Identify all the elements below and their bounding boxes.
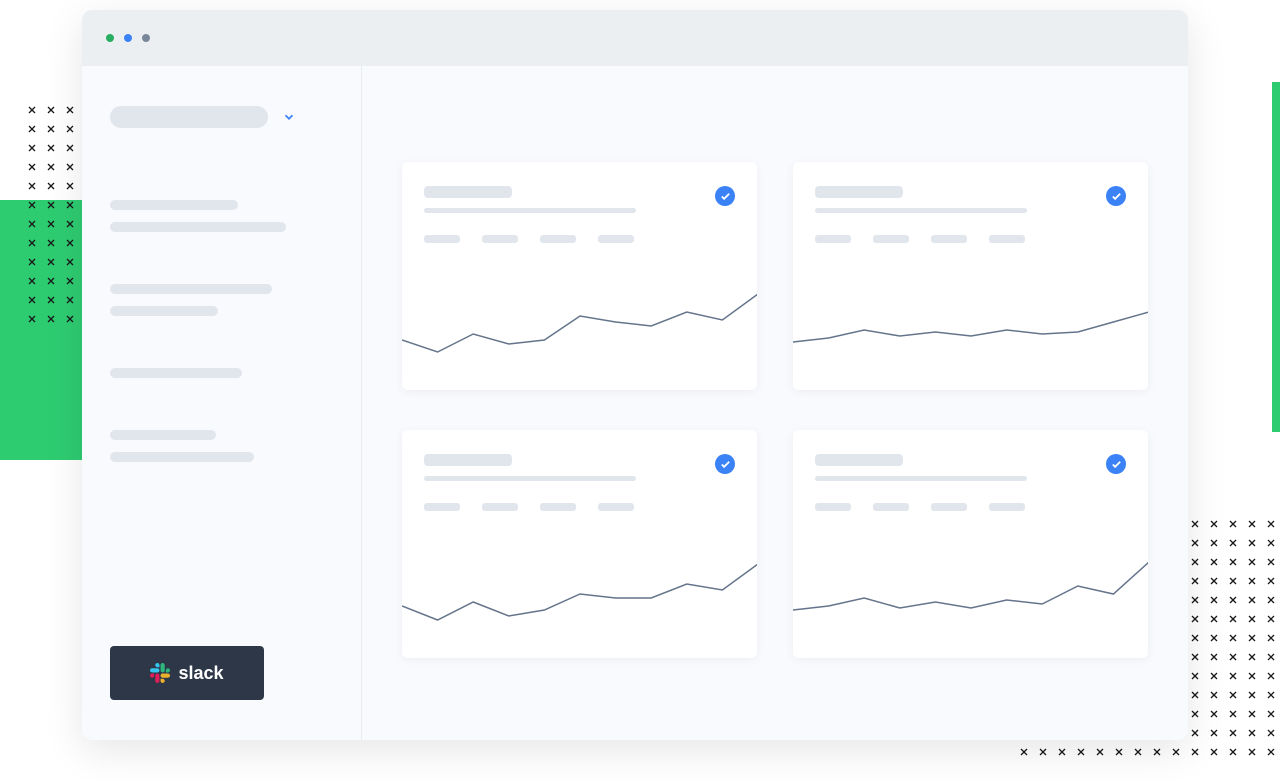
card-stats-row xyxy=(424,503,735,511)
sidebar: slack xyxy=(82,66,362,740)
card-stat xyxy=(424,503,460,511)
metric-card[interactable] xyxy=(402,162,757,390)
card-header-text xyxy=(424,186,715,213)
card-subtitle xyxy=(424,208,636,213)
card-sparkline xyxy=(402,528,757,658)
card-title xyxy=(815,454,903,466)
card-sparkline xyxy=(402,260,757,390)
card-stat xyxy=(598,235,634,243)
bg-decor-green-right xyxy=(1272,82,1280,432)
card-title xyxy=(815,186,903,198)
card-title xyxy=(424,454,512,466)
card-stat xyxy=(873,503,909,511)
card-stats-row xyxy=(815,235,1126,243)
browser-window: slack xyxy=(82,10,1188,740)
card-stat xyxy=(931,235,967,243)
card-subtitle xyxy=(424,476,636,481)
card-stats-row xyxy=(815,503,1126,511)
sidebar-item[interactable] xyxy=(110,306,218,316)
check-icon xyxy=(1106,454,1126,474)
card-sparkline xyxy=(793,260,1148,390)
sidebar-group xyxy=(110,200,333,244)
slack-icon xyxy=(150,663,170,683)
traffic-light-icon xyxy=(142,34,150,42)
card-header-text xyxy=(815,186,1106,213)
card-header-text xyxy=(424,454,715,481)
sidebar-dropdown[interactable] xyxy=(110,106,333,128)
check-icon xyxy=(715,454,735,474)
card-subtitle xyxy=(815,208,1027,213)
check-icon xyxy=(715,186,735,206)
sidebar-group xyxy=(110,430,333,474)
card-stat xyxy=(424,235,460,243)
metric-card[interactable] xyxy=(402,430,757,658)
card-stat xyxy=(482,503,518,511)
card-stat xyxy=(815,503,851,511)
card-stats-row xyxy=(424,235,735,243)
main-content xyxy=(362,66,1188,740)
card-header-text xyxy=(815,454,1106,481)
sidebar-group xyxy=(110,284,333,328)
card-stat xyxy=(873,235,909,243)
card-stat xyxy=(540,503,576,511)
sidebar-item[interactable] xyxy=(110,452,254,462)
bg-decor-pattern-top xyxy=(28,106,84,326)
sidebar-item[interactable] xyxy=(110,430,216,440)
sidebar-dropdown-label xyxy=(110,106,268,128)
sidebar-item[interactable] xyxy=(110,368,242,378)
card-sparkline xyxy=(793,528,1148,658)
sidebar-item[interactable] xyxy=(110,200,238,210)
card-stat xyxy=(598,503,634,511)
slack-button[interactable]: slack xyxy=(110,646,264,700)
metric-card[interactable] xyxy=(793,430,1148,658)
card-title xyxy=(424,186,512,198)
sidebar-item[interactable] xyxy=(110,222,286,232)
sidebar-item[interactable] xyxy=(110,284,272,294)
card-stat xyxy=(989,503,1025,511)
sidebar-group xyxy=(110,368,333,390)
card-subtitle xyxy=(815,476,1027,481)
traffic-light-icon xyxy=(124,34,132,42)
card-stat xyxy=(815,235,851,243)
card-stat xyxy=(989,235,1025,243)
slack-button-label: slack xyxy=(178,663,223,684)
traffic-light-icon xyxy=(106,34,114,42)
chevron-down-icon xyxy=(282,110,296,124)
card-stat xyxy=(931,503,967,511)
card-stat xyxy=(540,235,576,243)
check-icon xyxy=(1106,186,1126,206)
window-titlebar xyxy=(82,10,1188,66)
metric-card[interactable] xyxy=(793,162,1148,390)
card-stat xyxy=(482,235,518,243)
